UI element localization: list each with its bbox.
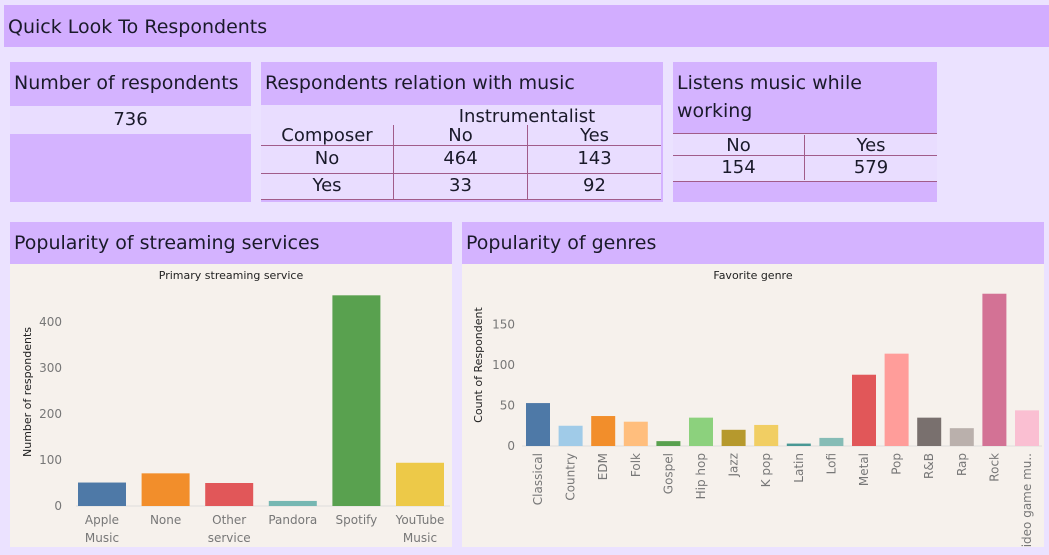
bar-k-pop <box>754 424 779 446</box>
x-tick-label: Country <box>564 453 578 501</box>
relation-row-yes-label: Yes <box>312 175 342 196</box>
working-panel: Listens music while working No Yes 154 5… <box>673 62 937 202</box>
x-tick-label: YouTube <box>395 513 445 527</box>
bar-youtube-music <box>396 462 444 506</box>
y-tick-label: 400 <box>39 315 62 329</box>
bar-pop <box>884 353 909 446</box>
bar-video-game-mu- <box>1015 410 1039 446</box>
bar-pandora <box>268 500 317 506</box>
x-tick-label: Pop <box>890 453 904 475</box>
dashboard-header: Quick Look To Respondents <box>4 5 1049 47</box>
working-val-yes: 579 <box>853 157 889 178</box>
y-tick-label: 100 <box>492 358 515 372</box>
x-tick-label: Spotify <box>336 513 378 527</box>
y-tick-label: 150 <box>492 318 515 332</box>
x-tick-label: Hip hop <box>694 453 708 499</box>
streaming-header: Popularity of streaming services <box>10 222 452 264</box>
x-tick-label: Apple <box>85 513 119 527</box>
working-title-line1: Listens music while <box>677 72 862 94</box>
relation-panel: Respondents relation with music Instrume… <box>261 62 663 202</box>
x-tick-label: Metal <box>857 453 871 486</box>
x-tick-label: K pop <box>759 453 773 487</box>
y-tick-label: 100 <box>39 453 62 467</box>
genres-chart: 0 50 100 150 Count of Respondent Classical Cou… <box>472 293 1042 547</box>
x-tick-label: Video game mu.. <box>1020 453 1034 547</box>
x-tick-label: Pandora <box>268 513 317 527</box>
y-axis-label: Count of Respondent <box>472 307 485 423</box>
bar-folk <box>623 421 648 446</box>
col-header-instrumentalist: Instrumentalist <box>458 106 596 127</box>
working-col-no: No <box>726 135 751 156</box>
x-tick-label: Music <box>85 531 119 545</box>
y-tick-label: 0 <box>54 499 62 513</box>
genres-chart-area: Favorite genre 0 50 100 150 Count of Respond… <box>462 264 1044 547</box>
x-tick-label: Other <box>212 513 246 527</box>
x-tick-label: Gospel <box>661 453 675 494</box>
y-axis-label: Number of respondents <box>21 327 34 457</box>
bar-hip-hop <box>689 417 713 446</box>
bar-gospel <box>656 441 681 446</box>
working-val-no: 154 <box>721 157 756 178</box>
bar-spotify <box>332 295 381 506</box>
x-tick-label: None <box>150 513 181 527</box>
relation-row-no-col-yes: 143 <box>527 145 661 173</box>
streaming-chart: 0 100 200 300 400 Number of respondents Apple M… <box>21 295 450 545</box>
bar-rock <box>982 293 1007 446</box>
relation-row-yes-col-yes: 92 <box>527 173 661 199</box>
x-tick-label: Jazz <box>727 453 741 478</box>
row-header-composer: Composer <box>281 125 373 146</box>
col-no-header: No <box>393 125 527 146</box>
bar-edm <box>591 416 616 446</box>
genres-header: Popularity of genres <box>462 222 1044 264</box>
bar-classical <box>526 403 550 446</box>
bar-lofi <box>819 437 844 446</box>
y-tick-label: 300 <box>39 361 62 375</box>
col-yes-header: Yes <box>527 125 661 146</box>
x-tick-label: Music <box>403 531 437 545</box>
relation-table: Instrumentalist Composer No Yes No 464 1… <box>261 105 661 200</box>
bar-other-service <box>205 483 254 506</box>
working-title-line2: working <box>677 100 753 122</box>
x-tick-label: Rap <box>955 453 969 476</box>
y-tick-label: 0 <box>507 439 515 453</box>
respondents-value-cell: 736 <box>10 106 251 134</box>
x-tick-label: Folk <box>629 453 643 477</box>
bar-r-b <box>917 417 942 446</box>
working-table: No Yes 154 579 <box>673 133 937 182</box>
bar-rap <box>949 428 974 446</box>
bar-country <box>558 425 583 446</box>
relation-title: Respondents relation with music <box>265 72 575 94</box>
x-tick-label: service <box>208 531 251 545</box>
x-tick-label: Latin <box>792 453 806 483</box>
respondents-value: 736 <box>113 109 148 130</box>
bar-latin <box>786 443 811 446</box>
respondents-title: Number of respondents <box>14 72 239 94</box>
bar-metal <box>852 374 876 446</box>
respondents-panel: Number of respondents 736 <box>10 62 251 202</box>
x-tick-label: R&B <box>922 453 936 479</box>
bar-apple-music <box>78 482 126 506</box>
x-tick-label: Classical <box>531 453 545 505</box>
relation-row-no-label: No <box>314 148 340 169</box>
streaming-chart-area: Primary streaming service 0 100 200 300 400 N… <box>10 264 452 547</box>
y-tick-label: 200 <box>39 407 62 421</box>
x-tick-label: Lofi <box>824 453 838 474</box>
y-tick-label: 50 <box>500 399 515 413</box>
dashboard-title: Quick Look To Respondents <box>8 16 268 38</box>
bar-jazz <box>721 429 746 446</box>
x-tick-label: Rock <box>987 453 1001 482</box>
relation-row-yes-col-no: 33 <box>393 173 527 199</box>
x-tick-label: EDM <box>596 453 610 480</box>
streaming-title: Popularity of streaming services <box>14 232 320 254</box>
relation-row-no-col-no: 464 <box>393 145 527 173</box>
genres-title: Popularity of genres <box>466 232 657 254</box>
bar-none <box>141 473 190 506</box>
